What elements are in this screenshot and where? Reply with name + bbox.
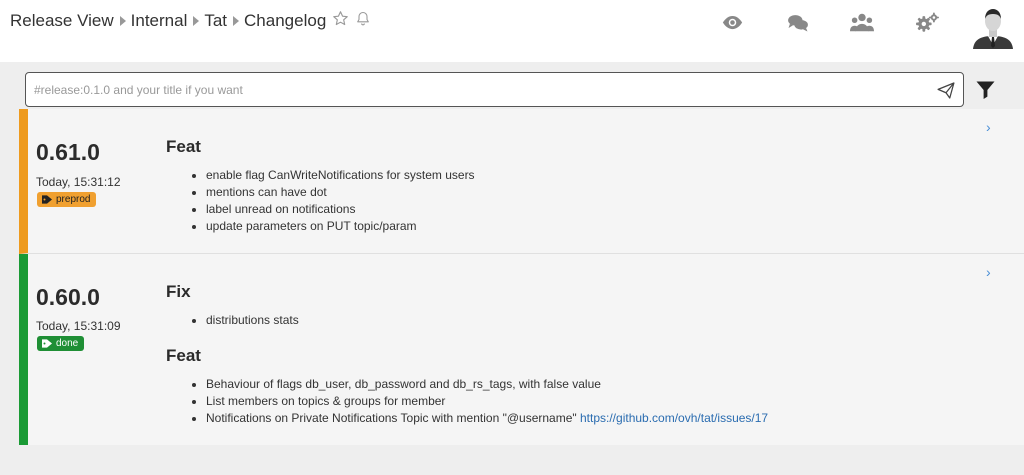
notes-list: enable flag CanWriteNotifications for sy…	[206, 167, 475, 235]
status-badge-label: preprod	[56, 194, 91, 205]
list-item: enable flag CanWriteNotifications for sy…	[206, 167, 475, 184]
avatar[interactable]	[971, 5, 1015, 49]
message-composer	[25, 72, 964, 107]
filter-icon[interactable]	[976, 81, 995, 104]
eye-icon[interactable]	[722, 14, 743, 36]
release-date: Today, 15:31:09	[36, 319, 121, 333]
release-item: 0.60.0 Today, 15:31:09 done › Fix distri…	[19, 254, 1024, 445]
list-item: label unread on notifications	[206, 201, 475, 218]
top-navbar: Release View Internal Tat Changelog	[0, 0, 1024, 62]
users-icon[interactable]	[850, 12, 874, 39]
chevron-right-icon[interactable]: ›	[986, 119, 991, 135]
notes-list: distributions stats	[206, 312, 768, 329]
breadcrumb: Release View Internal Tat Changelog	[10, 10, 371, 32]
section-title: Feat	[166, 137, 201, 156]
comments-icon[interactable]	[787, 14, 809, 37]
status-badge[interactable]: preprod	[37, 192, 97, 207]
status-badge[interactable]: done	[37, 336, 85, 351]
message-input[interactable]	[34, 73, 924, 106]
star-icon[interactable]	[332, 10, 349, 32]
list-item: Behaviour of flags db_user, db_password …	[206, 376, 768, 393]
breadcrumb-internal[interactable]: Internal	[131, 11, 188, 31]
status-badge-label: done	[56, 338, 79, 349]
chevron-right-icon[interactable]: ›	[986, 264, 991, 280]
notes-list: Behaviour of flags db_user, db_password …	[206, 376, 768, 427]
breadcrumb-separator-icon	[119, 16, 126, 26]
breadcrumb-separator-icon	[233, 16, 240, 26]
breadcrumb-changelog[interactable]: Changelog	[244, 11, 326, 31]
list-item-text: Notifications on Private Notifications T…	[206, 411, 577, 425]
bell-icon[interactable]	[355, 10, 371, 32]
send-icon[interactable]	[937, 82, 955, 104]
notes-section: Fix distributions stats	[166, 282, 768, 329]
notes-section: Feat enable flag CanWriteNotifications f…	[166, 137, 475, 235]
tag-icon	[42, 195, 52, 204]
gears-icon[interactable]	[915, 12, 940, 39]
list-item: update parameters on PUT topic/param	[206, 218, 475, 235]
release-version: 0.61.0	[36, 139, 100, 165]
notes-section: Feat Behaviour of flags db_user, db_pass…	[166, 346, 768, 427]
tag-icon	[42, 339, 52, 348]
release-list: 0.61.0 Today, 15:31:12 preprod › Feat en…	[19, 109, 1024, 445]
section-title: Fix	[166, 282, 191, 301]
breadcrumb-separator-icon	[193, 16, 200, 26]
section-title: Feat	[166, 346, 201, 365]
release-date: Today, 15:31:12	[36, 175, 121, 189]
list-item: mentions can have dot	[206, 184, 475, 201]
issue-link[interactable]: https://github.com/ovh/tat/issues/17	[580, 411, 768, 425]
release-version: 0.60.0	[36, 284, 100, 310]
breadcrumb-release-view[interactable]: Release View	[10, 11, 114, 31]
list-item: List members on topics & groups for memb…	[206, 393, 768, 410]
list-item: distributions stats	[206, 312, 768, 329]
breadcrumb-tat[interactable]: Tat	[204, 11, 227, 31]
release-notes: Fix distributions stats Feat Behaviour o…	[166, 282, 768, 427]
release-notes: Feat enable flag CanWriteNotifications f…	[166, 137, 475, 235]
release-item: 0.61.0 Today, 15:31:12 preprod › Feat en…	[19, 109, 1024, 254]
list-item: Notifications on Private Notifications T…	[206, 410, 768, 427]
